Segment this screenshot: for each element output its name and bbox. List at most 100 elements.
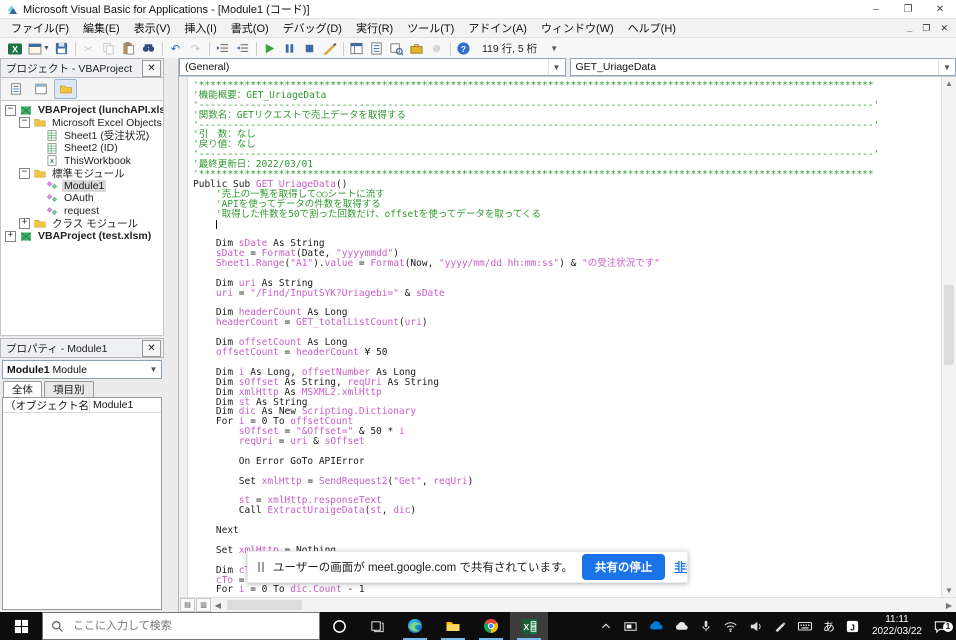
collapse-icon[interactable]: − (19, 167, 30, 179)
toolbar-design-mode-button[interactable] (320, 39, 340, 58)
tree-row[interactable]: OAuth (1, 192, 163, 205)
menu-item[interactable]: 実行(R) (349, 20, 400, 36)
menu-item[interactable]: デバッグ(D) (276, 20, 349, 36)
tree-row[interactable]: + クラス モジュール (1, 217, 163, 230)
expand-icon[interactable]: + (19, 218, 30, 230)
expand-icon[interactable]: + (5, 230, 16, 242)
toolbar-run-button[interactable] (260, 39, 280, 58)
mdi-close-button[interactable]: ✕ (940, 23, 948, 34)
vertical-scrollbar[interactable]: ▲ ▼ (941, 77, 956, 597)
hide-banner-link[interactable]: 非表示にする (674, 559, 687, 575)
restore-button[interactable]: ❐ (892, 0, 924, 18)
toolbar-help-button[interactable]: ? (454, 39, 474, 58)
taskbar-edge[interactable] (396, 612, 434, 640)
scroll-left-arrow[interactable]: ◀ (211, 601, 225, 610)
notification-center-button[interactable]: 1 (929, 619, 956, 634)
mdi-minimize-button[interactable]: _ (907, 23, 912, 34)
toolbar-redo-button[interactable]: ↷ (186, 39, 206, 58)
project-toolbar-view-object-button[interactable] (29, 79, 52, 99)
tray-chevron-up[interactable] (594, 612, 618, 640)
tree-row[interactable]: − VBAProject (lunchAPI.xlsm) (1, 104, 163, 117)
horizontal-scroll-thumb[interactable] (227, 600, 302, 610)
toolbar-cut-button[interactable]: ✂ (79, 39, 99, 58)
scroll-right-arrow[interactable]: ▶ (942, 601, 956, 610)
menu-item[interactable]: ウィンドウ(W) (534, 20, 621, 36)
tree-row[interactable]: Sheet1 (受注状況) (1, 129, 163, 142)
toolbar-outdent-button[interactable] (233, 39, 253, 58)
tree-item-label[interactable]: OAuth (62, 192, 96, 204)
toolbar-reset-button[interactable] (300, 39, 320, 58)
tree-item-label[interactable]: VBAProject (test.xlsm) (36, 230, 153, 242)
taskbar-explorer[interactable] (434, 612, 472, 640)
tree-item-label[interactable]: Module1 (62, 179, 107, 192)
tree-item-label[interactable]: 標準モジュール (50, 166, 127, 181)
properties-object-selector[interactable]: Module1 Module ▼ (2, 360, 162, 379)
tree-item-label[interactable]: Sheet2 (ID) (62, 142, 120, 154)
project-panel-close-button[interactable]: ✕ (142, 59, 161, 77)
toolbar-overflow-chevron[interactable]: ▼ (547, 44, 561, 53)
tray-wifi[interactable] (718, 612, 743, 640)
mdi-restore-button[interactable]: ❐ (922, 23, 930, 34)
menu-item[interactable]: 編集(E) (76, 20, 127, 36)
tray-cloud[interactable] (669, 612, 694, 640)
property-value[interactable]: Module1 (90, 399, 161, 411)
menu-item[interactable]: 表示(V) (127, 20, 178, 36)
tray-onedrive[interactable] (643, 612, 669, 640)
project-toolbar-view-code-button[interactable] (4, 79, 27, 99)
collapse-icon[interactable]: − (19, 117, 30, 129)
close-button[interactable]: ✕ (924, 0, 956, 18)
taskbar-search[interactable] (42, 612, 320, 640)
vertical-scroll-thumb[interactable] (944, 285, 954, 365)
horizontal-scrollbar[interactable]: ▤ ▥ ◀ ▶ (179, 597, 956, 612)
menu-item[interactable]: ファイル(F) (4, 20, 76, 36)
properties-panel-close-button[interactable]: ✕ (142, 339, 161, 357)
toolbar-undo-button[interactable]: ↶ (166, 39, 186, 58)
scroll-up-arrow[interactable]: ▲ (942, 79, 956, 88)
tree-item-label[interactable]: クラス モジュール (50, 216, 140, 231)
code-margin-bar[interactable] (179, 77, 188, 597)
taskbar-clock[interactable]: 11:11 2022/03/22 (865, 614, 929, 638)
tray-keyboard[interactable] (792, 612, 818, 640)
toolbar-paste-button[interactable] (119, 39, 139, 58)
toolbar-properties-window-button[interactable] (367, 39, 387, 58)
taskbar-chrome[interactable] (472, 612, 510, 640)
minimize-button[interactable]: – (860, 0, 892, 18)
tree-row[interactable]: Module1 (1, 179, 163, 193)
menu-item[interactable]: アドイン(A) (461, 20, 534, 36)
chevron-down-icon[interactable]: ▼ (43, 45, 50, 52)
toolbar-copy-button[interactable] (99, 39, 119, 58)
toolbar-object-browser-button[interactable] (387, 39, 407, 58)
toolbar-insert-form-button[interactable] (25, 39, 45, 58)
procedure-combo[interactable]: GET_UriageData ▼ (569, 58, 956, 76)
tree-item-label[interactable]: VBAProject (lunchAPI.xlsm) (36, 104, 163, 116)
taskbar-excel-task[interactable]: X (510, 612, 548, 640)
taskbar-cortana[interactable] (320, 612, 358, 640)
menu-item[interactable]: ヘルプ(H) (621, 20, 683, 36)
toolbar-intellisense-button[interactable] (427, 39, 447, 58)
toolbar-break-button[interactable] (280, 39, 300, 58)
collapse-icon[interactable]: − (5, 104, 16, 116)
search-input[interactable] (71, 619, 311, 633)
tray-mic[interactable] (694, 612, 718, 640)
tray-app-j[interactable]: J (840, 612, 865, 640)
toolbar-excel-button[interactable]: X (5, 39, 25, 58)
menu-item[interactable]: 書式(O) (224, 20, 276, 36)
project-toolbar-toggle-folders-button[interactable] (54, 79, 77, 99)
stop-sharing-button[interactable]: 共有の停止 (581, 554, 666, 580)
toolbar-project-explorer-button[interactable] (347, 39, 367, 58)
tab-全体[interactable]: 全体 (3, 381, 42, 397)
split-view-button[interactable]: ▤ (180, 598, 195, 612)
menu-item[interactable]: ツール(T) (400, 20, 461, 36)
menu-item[interactable]: 挿入(I) (177, 20, 223, 36)
toolbar-find-button[interactable] (139, 39, 159, 58)
scroll-down-arrow[interactable]: ▼ (942, 586, 956, 595)
start-button[interactable] (0, 612, 42, 640)
tray-display[interactable] (618, 612, 643, 640)
tray-pen[interactable] (768, 612, 792, 640)
panel-splitter[interactable] (164, 58, 178, 612)
toolbar-toolbox-button[interactable] (407, 39, 427, 58)
object-combo[interactable]: (General) ▼ (179, 58, 566, 76)
tree-row[interactable]: + VBAProject (test.xlsm) (1, 230, 163, 243)
taskbar-task-view[interactable] (358, 612, 396, 640)
tree-row[interactable]: − 標準モジュール (1, 167, 163, 180)
